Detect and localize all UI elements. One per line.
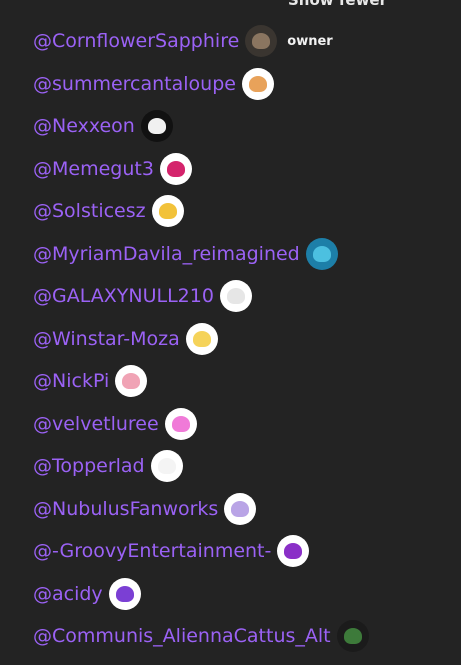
avatar-face-shape	[171, 415, 190, 432]
member-row: @Topperlad	[33, 445, 369, 488]
member-username-link[interactable]: @NickPi	[33, 370, 109, 392]
owner-badge: owner	[287, 33, 333, 49]
avatar-white-cupcake-icon[interactable]	[150, 450, 183, 483]
avatar-purple-cupcake-icon[interactable]	[277, 535, 310, 568]
avatar-white-ghost-icon[interactable]	[219, 280, 252, 313]
member-username-link[interactable]: @-GroovyEntertainment-	[33, 540, 271, 562]
avatar-white-cupcake-icon[interactable]	[140, 110, 173, 143]
avatar-face-shape	[343, 628, 362, 645]
member-row: @MyriamDavila_reimagined	[33, 233, 369, 276]
avatar-face-shape	[284, 543, 303, 560]
member-username-link[interactable]: @NubulusFanworks	[33, 498, 218, 520]
member-list-panel: Show fewer @CornflowerSapphire owner @summ…	[0, 0, 461, 665]
member-username-link[interactable]: @Topperlad	[33, 455, 145, 477]
member-username-link[interactable]: @Memegut3	[33, 158, 154, 180]
member-row: @GALAXYNULL210	[33, 275, 369, 318]
avatar-face-shape	[115, 585, 134, 602]
member-row: @Winstar-Moza	[33, 318, 369, 361]
member-username-link[interactable]: @acidy	[33, 583, 103, 605]
member-username-link[interactable]: @Winstar-Moza	[33, 328, 180, 350]
avatar-face-shape	[226, 288, 245, 305]
member-username-link[interactable]: @MyriamDavila_reimagined	[33, 243, 300, 265]
avatar-cantaloupe-icon[interactable]	[241, 67, 274, 100]
member-list: @CornflowerSapphire owner @summercantaloup…	[33, 20, 369, 658]
member-row: @Nexxeon	[33, 105, 369, 148]
member-username-link[interactable]: @summercantaloupe	[33, 73, 236, 95]
avatar-face-shape	[122, 373, 141, 390]
member-username-link[interactable]: @Nexxeon	[33, 115, 135, 137]
avatar-pink-cupcake-icon[interactable]	[115, 365, 148, 398]
member-username-link[interactable]: @CornflowerSapphire	[33, 30, 239, 52]
avatar-face-shape	[147, 118, 166, 135]
member-row: @summercantaloupe	[33, 63, 369, 106]
avatar-dark-blurred-icon[interactable]	[245, 25, 278, 58]
member-username-link[interactable]: @GALAXYNULL210	[33, 285, 214, 307]
avatar-face-shape	[312, 245, 331, 262]
avatar-face-shape	[192, 330, 211, 347]
member-row: @CornflowerSapphire owner	[33, 20, 369, 63]
show-fewer-button[interactable]: Show fewer	[288, 0, 387, 9]
avatar-purple-grin-icon[interactable]	[108, 577, 141, 610]
avatar-magenta-cupcake-icon[interactable]	[159, 152, 192, 185]
avatar-pink-cupcake-icon[interactable]	[164, 407, 197, 440]
avatar-face-shape	[248, 75, 267, 92]
member-username-link[interactable]: @velvetluree	[33, 413, 159, 435]
member-row: @Solsticesz	[33, 190, 369, 233]
avatar-face-shape	[158, 203, 177, 220]
member-row: @-GroovyEntertainment-	[33, 530, 369, 573]
member-row: @NickPi	[33, 360, 369, 403]
member-row: @Memegut3	[33, 148, 369, 191]
avatar-ocean-icon[interactable]	[305, 237, 338, 270]
avatar-green-alien-icon[interactable]	[336, 620, 369, 653]
member-row: @acidy	[33, 573, 369, 616]
avatar-yellow-cupcake-icon[interactable]	[151, 195, 184, 228]
member-row: @Communis_AliennaCattus_Alt	[33, 615, 369, 658]
member-row: @NubulusFanworks	[33, 488, 369, 531]
member-row: @velvetluree	[33, 403, 369, 446]
avatar-face-shape	[166, 160, 185, 177]
member-username-link[interactable]: @Solsticesz	[33, 200, 146, 222]
member-username-link[interactable]: @Communis_AliennaCattus_Alt	[33, 625, 331, 647]
avatar-face-shape	[157, 458, 176, 475]
avatar-lavender-cupcake-icon[interactable]	[224, 492, 257, 525]
avatar-face-shape	[252, 33, 271, 50]
avatar-face-shape	[231, 500, 250, 517]
avatar-yellow-cupcake-icon[interactable]	[185, 322, 218, 355]
